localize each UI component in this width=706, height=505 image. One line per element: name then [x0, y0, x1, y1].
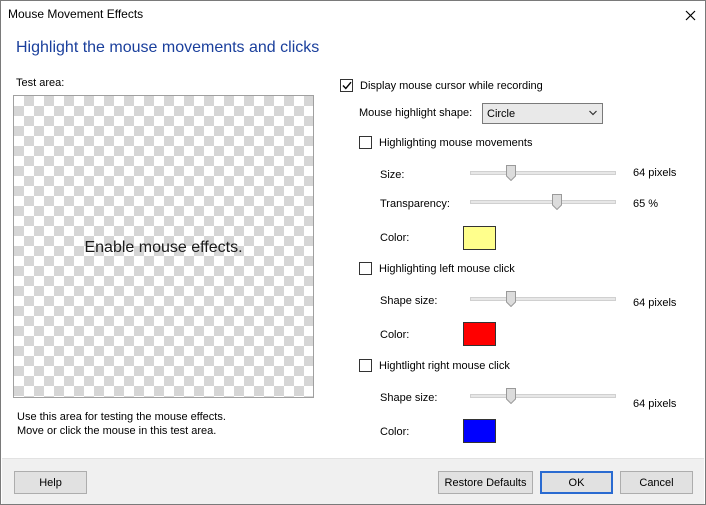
highlight-shape-label: Mouse highlight shape: — [359, 107, 473, 119]
display-cursor-option[interactable]: Display mouse cursor while recording — [340, 79, 543, 92]
slider-thumb[interactable] — [506, 291, 516, 307]
display-cursor-label: Display mouse cursor while recording — [360, 79, 543, 92]
transparency-value: 65 % — [633, 198, 659, 210]
movements-option[interactable]: Highlighting mouse movements — [359, 136, 532, 149]
movements-size-value: 64 pixels — [633, 167, 677, 179]
ok-button[interactable]: OK — [540, 471, 613, 494]
dialog-window: Mouse Movement Effects Highlight the mou… — [0, 0, 706, 505]
movements-size-label: Size: — [380, 169, 405, 181]
left-click-checkbox[interactable] — [359, 262, 372, 275]
left-click-size-label: Shape size: — [380, 295, 438, 307]
window-title: Mouse Movement Effects — [8, 7, 144, 21]
slider-thumb[interactable] — [552, 194, 562, 210]
highlight-shape-select[interactable]: Circle — [482, 103, 603, 124]
right-click-color-label: Color: — [380, 426, 410, 438]
slider-track — [470, 171, 616, 175]
slider-thumb[interactable] — [506, 165, 516, 181]
left-click-option[interactable]: Highlighting left mouse click — [359, 262, 515, 275]
restore-defaults-button[interactable]: Restore Defaults — [438, 471, 533, 494]
movements-color-swatch[interactable] — [463, 226, 496, 250]
highlight-shape-value: Circle — [487, 107, 516, 120]
test-area-label: Test area: — [16, 77, 65, 89]
title-bar: Mouse Movement Effects — [1, 1, 705, 29]
movements-size-slider[interactable] — [470, 165, 616, 181]
chevron-down-icon — [589, 110, 597, 116]
movements-label: Highlighting mouse movements — [379, 136, 533, 149]
transparency-slider[interactable] — [470, 194, 616, 210]
transparency-label: Transparency: — [380, 198, 450, 210]
close-icon — [685, 10, 695, 20]
help-button[interactable]: Help — [14, 471, 87, 494]
movements-color-label: Color: — [380, 232, 410, 244]
right-click-color-swatch[interactable] — [463, 419, 496, 443]
close-button[interactable] — [675, 1, 705, 29]
right-click-label: Hightlight right mouse click — [379, 359, 510, 372]
movements-checkbox[interactable] — [359, 136, 372, 149]
hint-line-2: Move or click the mouse in this test are… — [17, 425, 217, 437]
checkmark-icon — [341, 81, 352, 90]
slider-track — [470, 297, 616, 301]
right-click-size-slider[interactable] — [470, 388, 616, 404]
left-click-color-label: Color: — [380, 329, 410, 341]
display-cursor-checkbox[interactable] — [340, 79, 353, 92]
right-click-size-value: 64 pixels — [633, 398, 677, 410]
test-area-hint: Use this area for testing the mouse effe… — [17, 410, 226, 438]
slider-thumb[interactable] — [506, 388, 516, 404]
page-heading: Highlight the mouse movements and clicks — [16, 39, 320, 56]
left-click-size-slider[interactable] — [470, 291, 616, 307]
test-area-message: Enable mouse effects. — [84, 239, 243, 256]
right-click-size-label: Shape size: — [380, 392, 438, 404]
cancel-button[interactable]: Cancel — [620, 471, 693, 494]
left-click-size-value: 64 pixels — [633, 297, 677, 309]
right-click-checkbox[interactable] — [359, 359, 372, 372]
slider-track — [470, 394, 616, 398]
test-area[interactable]: Enable mouse effects. — [13, 95, 314, 398]
left-click-label: Highlighting left mouse click — [379, 262, 515, 275]
right-click-option[interactable]: Hightlight right mouse click — [359, 359, 510, 372]
hint-line-1: Use this area for testing the mouse effe… — [17, 411, 226, 423]
button-bar: Help Restore Defaults OK Cancel — [2, 458, 704, 504]
slider-track — [470, 200, 616, 204]
left-click-color-swatch[interactable] — [463, 322, 496, 346]
